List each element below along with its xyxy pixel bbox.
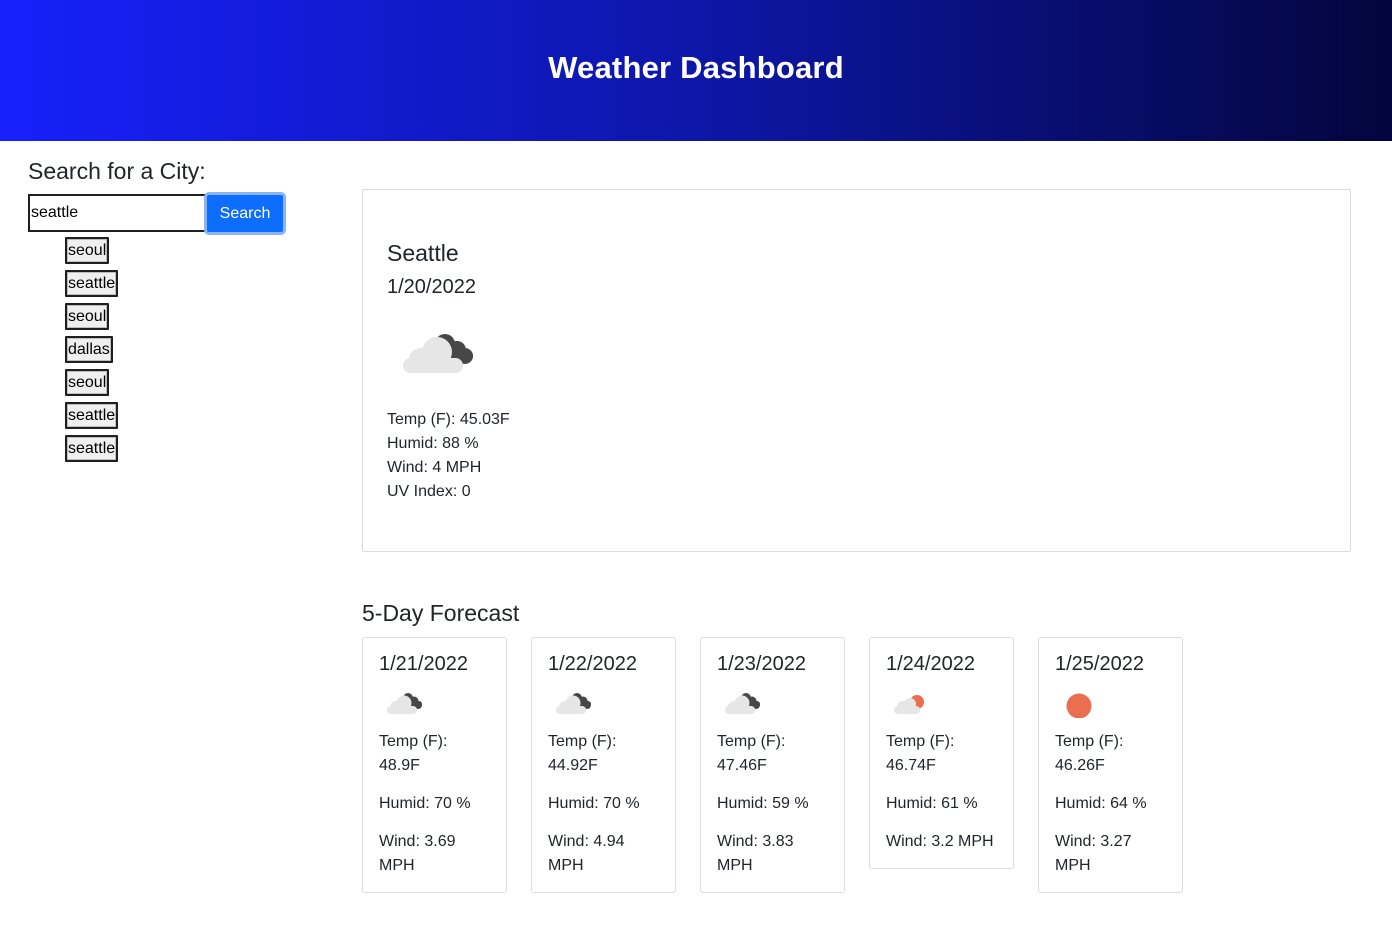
forecast-wind: Wind: 4.94 MPH xyxy=(548,833,625,874)
forecast-card: 1/24/2022 Temp (F): 46.74F Humid: 61 % W… xyxy=(869,637,1014,869)
history-item[interactable]: seoul xyxy=(65,303,110,330)
page-title: Weather Dashboard xyxy=(548,49,844,85)
forecast-humidity: Humid: 61 % xyxy=(886,795,978,812)
forecast-wind: Wind: 3.2 MPH xyxy=(886,833,994,850)
current-weather-card: Seattle 1/20/2022 Temp (F): 45.03F Humid… xyxy=(362,189,1351,552)
forecast-temp: Temp (F): 46.74F xyxy=(886,733,955,774)
clear-sky-icon xyxy=(1061,690,1166,728)
forecast-date: 1/23/2022 xyxy=(717,653,806,675)
forecast-temp: Temp (F): 48.9F xyxy=(379,733,448,774)
history-item[interactable]: seattle xyxy=(65,402,119,429)
page-header: Weather Dashboard xyxy=(0,0,1392,141)
broken-clouds-icon xyxy=(723,690,828,728)
forecast-date: 1/25/2022 xyxy=(1055,653,1144,675)
forecast-temp: Temp (F): 46.26F xyxy=(1055,733,1124,774)
forecast-card: 1/21/2022 Temp (F): 48.9F Humid: 70 % Wi… xyxy=(362,637,507,893)
history-item[interactable]: seattle xyxy=(65,270,119,297)
history-item[interactable]: seattle xyxy=(65,435,119,462)
search-button[interactable]: Search xyxy=(204,192,286,235)
search-heading: Search for a City: xyxy=(28,158,206,184)
forecast-wind: Wind: 3.83 MPH xyxy=(717,833,794,874)
forecast-wind: Wind: 3.69 MPH xyxy=(379,833,456,874)
history-item[interactable]: dallas xyxy=(65,336,113,363)
forecast-temp: Temp (F): 47.46F xyxy=(717,733,786,774)
forecast-date: 1/22/2022 xyxy=(548,653,637,675)
forecast-card: 1/25/2022 Temp (F): 46.26F Humid: 64 % W… xyxy=(1038,637,1183,893)
forecast-wind: Wind: 3.27 MPH xyxy=(1055,833,1132,874)
current-city-name: Seattle xyxy=(387,240,459,266)
few-clouds-icon xyxy=(892,690,997,728)
forecast-humidity: Humid: 59 % xyxy=(717,795,809,812)
forecast-date: 1/24/2022 xyxy=(886,653,975,675)
forecast-card: 1/22/2022 Temp (F): 44.92F Humid: 70 % W… xyxy=(531,637,676,893)
broken-clouds-icon xyxy=(403,334,473,373)
forecast-temp: Temp (F): 44.92F xyxy=(548,733,617,774)
forecast-row: 1/21/2022 Temp (F): 48.9F Humid: 70 % Wi… xyxy=(362,637,1183,893)
forecast-date: 1/21/2022 xyxy=(379,653,468,675)
current-uv-index: UV Index: 0 xyxy=(387,483,471,500)
forecast-heading: 5-Day Forecast xyxy=(362,600,520,626)
forecast-humidity: Humid: 64 % xyxy=(1055,795,1147,812)
history-item[interactable]: seoul xyxy=(65,237,110,264)
current-wind: Wind: 4 MPH xyxy=(387,459,482,476)
forecast-humidity: Humid: 70 % xyxy=(548,795,640,812)
forecast-card: 1/23/2022 Temp (F): 47.46F Humid: 59 % W… xyxy=(700,637,845,893)
broken-clouds-icon xyxy=(385,690,490,728)
current-temp: Temp (F): 45.03F xyxy=(387,411,510,428)
forecast-humidity: Humid: 70 % xyxy=(379,795,471,812)
history-item[interactable]: seoul xyxy=(65,369,110,396)
current-date: 1/20/2022 xyxy=(387,276,476,298)
broken-clouds-icon xyxy=(554,690,659,728)
city-search-input[interactable] xyxy=(28,194,205,232)
search-history: seoul seattle seoul dallas seoul seattle… xyxy=(65,237,119,462)
current-humidity: Humid: 88 % xyxy=(387,435,479,452)
current-stats: Temp (F): 45.03F Humid: 88 % Wind: 4 MPH… xyxy=(387,408,510,504)
